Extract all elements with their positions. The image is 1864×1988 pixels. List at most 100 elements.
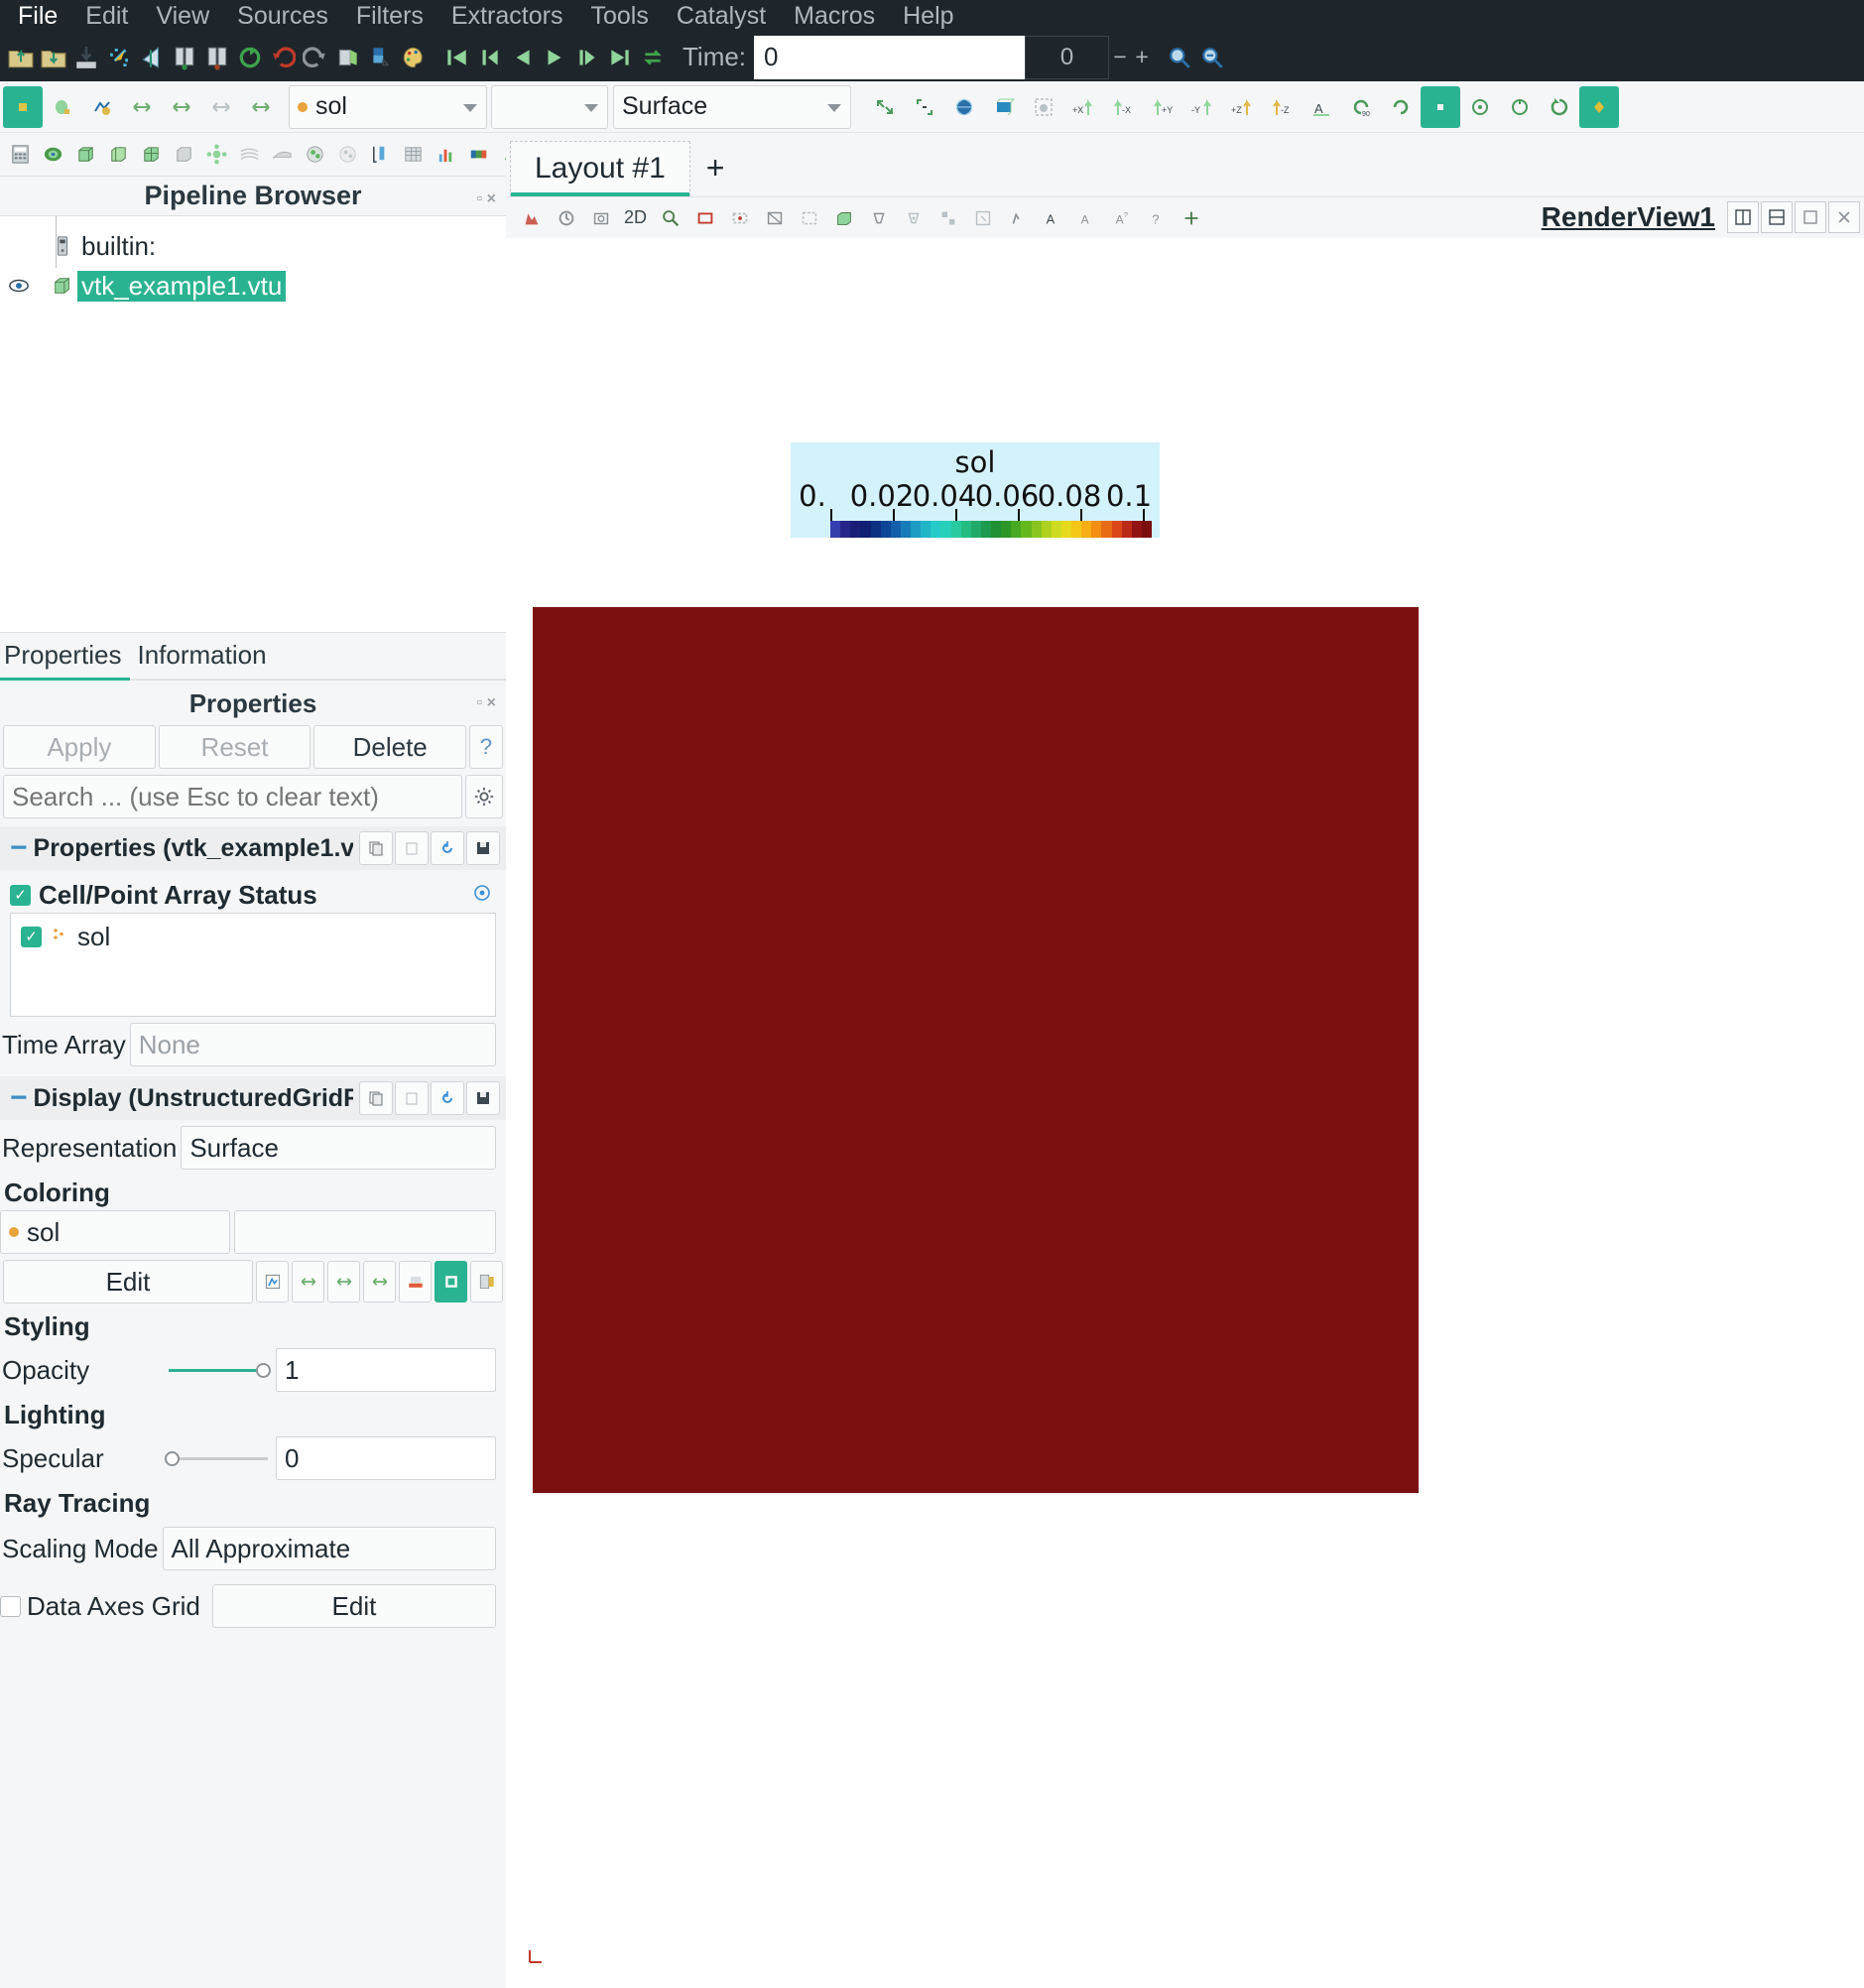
- frame-decrement-button[interactable]: −: [1109, 44, 1131, 70]
- copy-state-refresh-icon[interactable]: [233, 38, 266, 77]
- menu-filters[interactable]: Filters: [342, 0, 437, 34]
- menu-tools[interactable]: Tools: [576, 0, 662, 34]
- calculator-icon[interactable]: [4, 137, 37, 173]
- save-folder-icon[interactable]: [37, 38, 69, 77]
- spreadsheet-icon[interactable]: [397, 137, 430, 173]
- globe-icon[interactable]: [944, 86, 984, 128]
- copy-state-icon[interactable]: [168, 38, 200, 77]
- group-datasets-icon[interactable]: [299, 137, 331, 173]
- coloring-component-combo[interactable]: [234, 1210, 496, 1254]
- next-frame-icon[interactable]: [570, 38, 603, 77]
- histogram-icon[interactable]: [430, 137, 462, 173]
- interaction-mode-icon[interactable]: [514, 200, 549, 236]
- close-view-icon[interactable]: [1828, 201, 1860, 233]
- freeze-selection-icon[interactable]: ?: [1139, 200, 1174, 236]
- data-axes-grid-checkbox[interactable]: [0, 1595, 21, 1617]
- representation-combo[interactable]: Surface: [613, 84, 851, 129]
- last-frame-icon[interactable]: [603, 38, 636, 77]
- split-vertical-icon[interactable]: [1761, 201, 1793, 233]
- rescale-custom-range-icon[interactable]: [327, 1261, 360, 1303]
- rescale-data-range-icon[interactable]: [292, 1261, 324, 1303]
- rescale-custom-icon[interactable]: [122, 86, 162, 128]
- pipeline-item-builtin[interactable]: builtin:: [0, 226, 506, 266]
- paste-properties-icon[interactable]: [395, 831, 429, 865]
- axis-box-icon[interactable]: [984, 86, 1024, 128]
- zoom-closest-icon[interactable]: [1024, 86, 1063, 128]
- tab-information[interactable]: Information: [134, 634, 279, 679]
- paste-display-properties-icon[interactable]: [395, 1081, 429, 1115]
- gear-icon[interactable]: [465, 775, 503, 818]
- color-array-combo[interactable]: sol: [289, 84, 487, 129]
- reset-camera-icon[interactable]: [865, 86, 905, 128]
- camera-orient-icon[interactable]: [1540, 86, 1579, 128]
- zoom-out-icon[interactable]: [1195, 38, 1228, 77]
- apply-button[interactable]: Apply: [3, 725, 156, 769]
- frustum-points-icon[interactable]: [896, 200, 931, 236]
- pos-y-icon[interactable]: +Y: [1143, 86, 1182, 128]
- map-scalars-icon[interactable]: [256, 1261, 289, 1303]
- paste-state-icon[interactable]: [200, 38, 233, 77]
- rescale-visible-icon[interactable]: [162, 86, 201, 128]
- array-list-item-sol[interactable]: ✓ sol: [21, 922, 495, 952]
- delete-button[interactable]: Delete: [313, 725, 467, 769]
- rotate-90-cw-icon[interactable]: [1381, 86, 1421, 128]
- hover-cells-icon[interactable]: [1000, 200, 1035, 236]
- data-axes-grid-edit-button[interactable]: Edit: [211, 1584, 496, 1628]
- search-input[interactable]: [3, 775, 462, 818]
- query-icon[interactable]: A: [1069, 200, 1104, 236]
- tab-properties[interactable]: Properties: [0, 634, 134, 681]
- extract-level-icon[interactable]: [331, 137, 364, 173]
- expand-selection-icon[interactable]: [1174, 200, 1208, 236]
- reset-button[interactable]: Reset: [158, 725, 311, 769]
- show-center-icon[interactable]: [1421, 85, 1460, 128]
- camera-undo-icon[interactable]: [549, 200, 583, 236]
- play-icon[interactable]: [538, 38, 570, 77]
- cell-point-array-status-row[interactable]: ✓ Cell/Point Array Status: [10, 880, 506, 911]
- select-cells-through-icon[interactable]: [757, 200, 792, 236]
- representation-value-combo[interactable]: Surface: [181, 1126, 496, 1170]
- rescale-data-icon[interactable]: [82, 86, 122, 128]
- coloring-array-combo[interactable]: sol: [0, 1210, 230, 1254]
- save-data-icon[interactable]: [69, 38, 102, 77]
- screenshot-icon[interactable]: [364, 38, 397, 77]
- choose-preset-icon[interactable]: [399, 1261, 432, 1303]
- center-axes-icon[interactable]: A: [1302, 86, 1341, 128]
- select-blocks-icon[interactable]: [931, 200, 965, 236]
- plot-over-line-icon[interactable]: [364, 137, 397, 173]
- time-array-combo[interactable]: None: [129, 1023, 496, 1066]
- neg-z-icon[interactable]: -Z: [1262, 86, 1302, 128]
- panel-float-buttons[interactable]: ▫ ×: [477, 190, 496, 208]
- zoom-to-box-icon[interactable]: [905, 86, 944, 128]
- pipeline-tree[interactable]: builtin: vtk_example1.vtu: [0, 216, 506, 633]
- contour-icon[interactable]: [37, 137, 69, 173]
- opacity-slider[interactable]: [169, 1348, 271, 1392]
- color-map-editor-icon[interactable]: [462, 137, 495, 173]
- edit-color-map-icon[interactable]: [43, 86, 82, 128]
- render-view-canvas[interactable]: sol 0. 0.02 0.04 0.06 0.08 0.1: [506, 238, 1864, 1988]
- rotate-90-ccw-icon[interactable]: 90: [1341, 86, 1381, 128]
- pos-x-icon[interactable]: +X: [1063, 86, 1103, 128]
- threshold-icon[interactable]: [135, 137, 168, 173]
- warp-icon[interactable]: [266, 137, 299, 173]
- menu-macros[interactable]: Macros: [780, 0, 889, 34]
- menu-help[interactable]: Help: [889, 0, 967, 34]
- menu-catalyst[interactable]: Catalyst: [663, 0, 780, 34]
- hover-points-icon[interactable]: A: [1035, 200, 1069, 236]
- menu-edit[interactable]: Edit: [71, 0, 142, 34]
- menu-view[interactable]: View: [142, 0, 223, 34]
- plot-selection-icon[interactable]: A?: [1104, 200, 1139, 236]
- copy-properties-icon[interactable]: [359, 831, 393, 865]
- group-header-display[interactable]: − Display (UnstructuredGridRepresentatio…: [0, 1076, 506, 1120]
- color-palette-icon[interactable]: [397, 38, 430, 77]
- properties-float-buttons[interactable]: ▫ ×: [477, 694, 496, 712]
- specular-slider[interactable]: [165, 1436, 268, 1480]
- clip-icon[interactable]: [69, 137, 102, 173]
- opacity-value-input[interactable]: 1: [276, 1348, 496, 1392]
- 2d-3d-toggle-button[interactable]: 2D: [618, 200, 653, 236]
- array-sol-checkbox[interactable]: ✓: [21, 927, 42, 947]
- pos-z-icon[interactable]: +Z: [1222, 86, 1262, 128]
- rescale-temporal-icon[interactable]: [241, 86, 281, 128]
- color-legend[interactable]: sol 0. 0.02 0.04 0.06 0.08 0.1: [791, 442, 1160, 538]
- cell-point-array-status-checkbox[interactable]: ✓: [10, 885, 31, 906]
- toggle-color-legend-icon[interactable]: [435, 1261, 467, 1303]
